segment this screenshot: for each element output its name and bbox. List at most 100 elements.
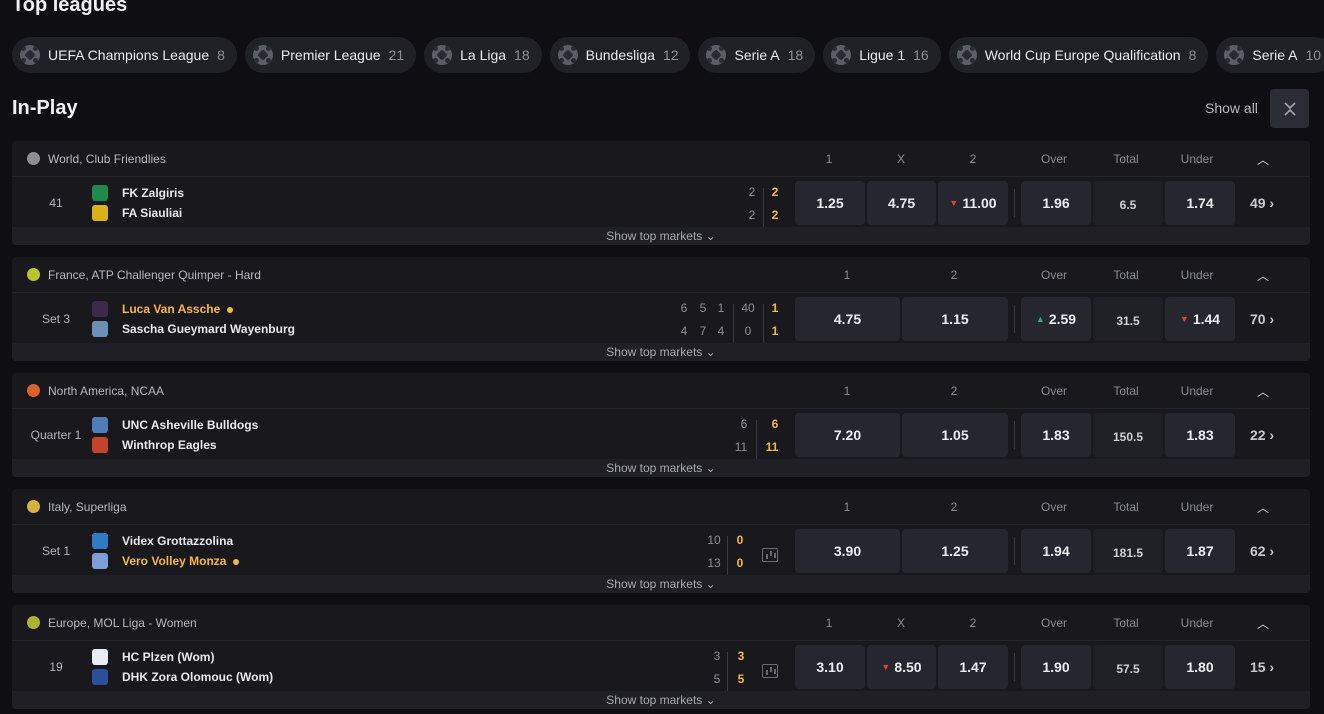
score-cell: 2 [771, 208, 779, 222]
away-team[interactable]: FA Siauliai [122, 206, 182, 220]
odds-button[interactable]: 1.05 [902, 413, 1008, 457]
under-odds-button[interactable]: 1.87 [1165, 529, 1235, 573]
score-cell: 0 [736, 533, 744, 547]
under-odds-button[interactable]: ▼ 1.44 [1165, 297, 1235, 341]
odds-button[interactable]: ▼ 8.50 [867, 645, 936, 689]
score-cell: 3 [737, 649, 745, 663]
show-top-markets[interactable]: Show top markets ⌄ [12, 691, 1310, 709]
home-team[interactable]: HC Plzen (Wom) [122, 650, 214, 664]
league-name[interactable]: Italy, Superliga [48, 500, 127, 514]
team-logo [92, 437, 108, 453]
odds-value: 1.80 [1186, 659, 1214, 675]
over-odds-button[interactable]: ▲ 2.59 [1021, 297, 1091, 341]
league-chip[interactable]: Ligue 1 16 [823, 37, 941, 73]
odds-value: 1.94 [1042, 543, 1070, 559]
odds-button[interactable]: 3.10 [795, 645, 865, 689]
home-team[interactable]: UNC Asheville Bulldogs [122, 418, 258, 432]
odds-button[interactable]: 1.15 [902, 297, 1008, 341]
odds-value: 1.87 [1186, 543, 1214, 559]
odds-button[interactable]: 3.90 [795, 529, 900, 573]
show-top-markets[interactable]: Show top markets ⌄ [12, 459, 1310, 477]
score-cell: 6 [771, 417, 779, 431]
away-team[interactable]: Vero Volley Monza [122, 554, 240, 568]
show-top-markets[interactable]: Show top markets ⌄ [12, 227, 1310, 245]
score-cell: 6 [740, 417, 748, 431]
match-period: Set 1 [41, 544, 71, 558]
more-markets-link[interactable]: 62 › [1250, 543, 1274, 559]
odds-button[interactable]: 7.20 [795, 413, 900, 457]
chip-label: Ligue 1 [859, 47, 906, 63]
odds-value: 1.83 [1186, 427, 1214, 443]
league-name[interactable]: World, Club Friendlies [48, 152, 166, 166]
show-top-markets[interactable]: Show top markets ⌄ [12, 343, 1310, 361]
chip-count: 8 [217, 47, 225, 63]
home-team[interactable]: FK Zalgiris [122, 186, 184, 200]
away-team[interactable]: Winthrop Eagles [122, 438, 217, 452]
odds-button[interactable]: 4.75 [867, 181, 936, 225]
away-team[interactable]: Sascha Gueymard Wayenburg [122, 322, 295, 336]
under-odds-button[interactable]: 1.83 [1165, 413, 1235, 457]
score-cell: 1 [771, 324, 779, 338]
league-chip[interactable]: Serie A 18 [698, 37, 816, 73]
chevron-down-icon: ⌄ [705, 461, 716, 475]
odds-button[interactable]: 1.25 [795, 181, 865, 225]
collapse-caret-icon[interactable]: ︿ [1257, 267, 1269, 284]
column-header: 2 [950, 268, 958, 282]
statistics-icon[interactable] [762, 548, 778, 562]
score-cell: 11 [734, 440, 748, 454]
over-odds-button[interactable]: 1.90 [1021, 645, 1091, 689]
collapse-caret-icon[interactable]: ︿ [1257, 151, 1269, 168]
home-team[interactable]: Luca Van Assche [122, 302, 234, 316]
league-chip[interactable]: World Cup Europe Qualification 8 [948, 37, 1209, 73]
under-odds-button[interactable]: 1.74 [1165, 181, 1235, 225]
soccer-ball-icon [956, 45, 977, 65]
over-odds-button[interactable]: 1.96 [1021, 181, 1091, 225]
show-top-markets[interactable]: Show top markets ⌄ [12, 575, 1310, 593]
score-cell: 11 [765, 440, 779, 454]
more-markets-link[interactable]: 15 › [1250, 659, 1274, 675]
odds-down-icon: ▼ [1179, 314, 1189, 324]
total-line: 57.5 [1093, 645, 1163, 689]
chip-count: 10 [1305, 47, 1322, 63]
odds-value: 1.83 [1042, 427, 1070, 443]
basketball-icon [27, 384, 40, 397]
league-chip[interactable]: Serie A 10 [1216, 37, 1324, 73]
collapse-caret-icon[interactable]: ︿ [1257, 383, 1269, 400]
chevron-down-icon: ⌄ [705, 693, 716, 707]
odds-button[interactable]: 4.75 [795, 297, 900, 341]
chip-count: 8 [1188, 47, 1197, 63]
league-name[interactable]: North America, NCAA [48, 384, 164, 398]
score-divider [756, 420, 757, 460]
odds-button[interactable]: 1.47 [938, 645, 1008, 689]
league-chip[interactable]: Bundesliga 12 [549, 37, 691, 73]
more-markets-link[interactable]: 70 › [1250, 311, 1274, 327]
collapse-caret-icon[interactable]: ︿ [1257, 615, 1269, 632]
odds-button[interactable]: 1.25 [902, 529, 1008, 573]
league-chip[interactable]: Premier League 21 [244, 37, 417, 73]
league-name[interactable]: France, ATP Challenger Quimper - Hard [48, 268, 261, 282]
more-markets-link[interactable]: 22 › [1250, 427, 1274, 443]
column-header: Under [1180, 500, 1214, 514]
league-name[interactable]: Europe, MOL Liga - Women [48, 616, 197, 630]
over-odds-button[interactable]: 1.94 [1021, 529, 1091, 573]
player-avatar [92, 301, 108, 317]
home-team[interactable]: Videx Grottazzolina [122, 534, 233, 548]
over-odds-button[interactable]: 1.83 [1021, 413, 1091, 457]
under-odds-button[interactable]: 1.80 [1165, 645, 1235, 689]
collapse-all-button[interactable] [1270, 89, 1309, 128]
column-header: Over [1040, 616, 1067, 630]
odds-divider [1014, 653, 1015, 681]
away-team[interactable]: DHK Zora Olomouc (Wom) [122, 670, 273, 684]
league-chip[interactable]: UEFA Champions League 8 [12, 37, 237, 73]
more-markets-link[interactable]: 49 › [1250, 195, 1274, 211]
odds-button[interactable]: ▼ 11.00 [938, 181, 1008, 225]
collapse-caret-icon[interactable]: ︿ [1257, 499, 1269, 516]
column-header: Under [1180, 616, 1214, 630]
score-divider [763, 188, 764, 228]
show-all-link[interactable]: Show all [1205, 100, 1258, 116]
team-logo [92, 185, 108, 201]
team-logo [92, 533, 108, 549]
league-chip[interactable]: La Liga 18 [424, 37, 542, 73]
odds-value: 3.90 [833, 543, 862, 559]
statistics-icon[interactable] [762, 664, 778, 678]
